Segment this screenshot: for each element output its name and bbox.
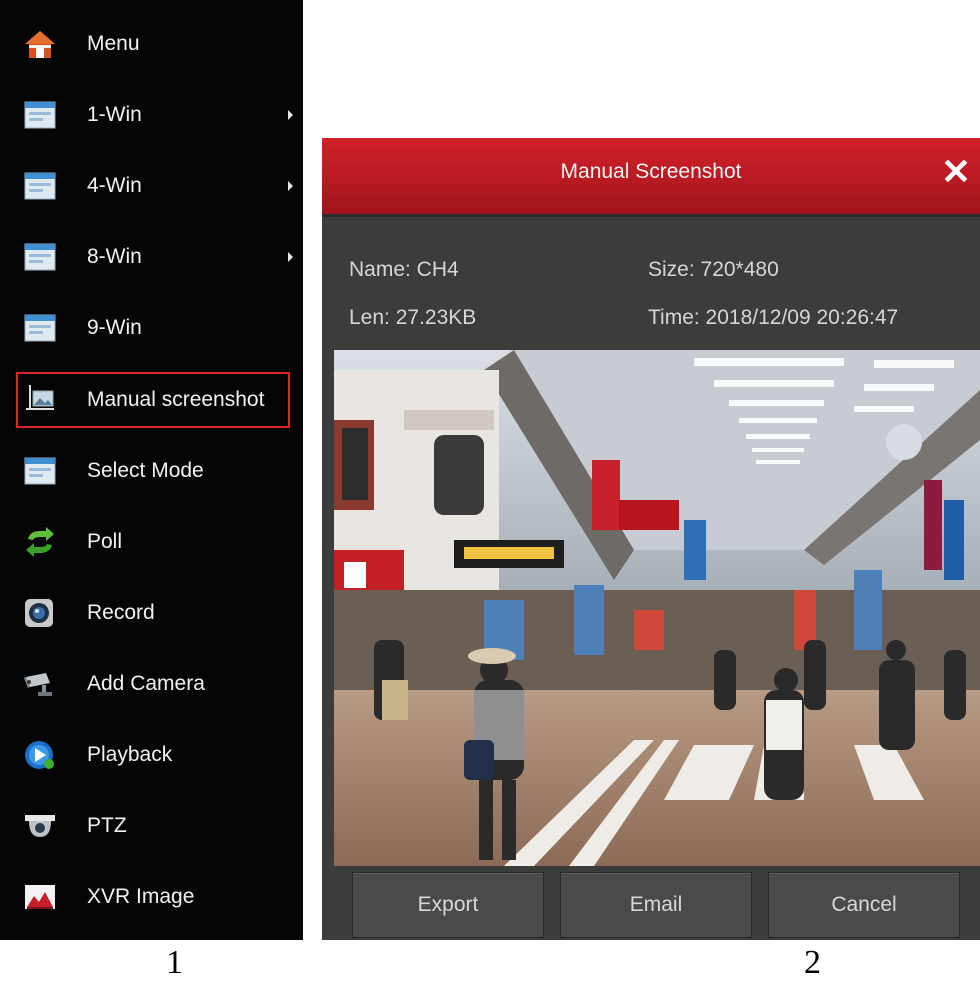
info-time: Time: 2018/12/09 20:26:47 — [648, 306, 899, 329]
screenshot-icon — [24, 385, 56, 415]
menu-item-4-win[interactable]: 4-Win — [0, 158, 303, 214]
menu-item-label: Record — [87, 601, 155, 624]
menu-item-select-mode[interactable]: Select Mode — [0, 443, 303, 499]
submenu-arrow-icon — [288, 181, 293, 191]
menu-item-1-win[interactable]: 1-Win — [0, 87, 303, 143]
manual-screenshot-dialog: Manual Screenshot ✕ Name: CH4 Size: 720*… — [322, 138, 980, 940]
window-icon — [24, 313, 56, 343]
menu-item-label: 4-Win — [87, 174, 142, 197]
close-icon[interactable]: ✕ — [938, 152, 974, 192]
export-button[interactable]: Export — [352, 872, 544, 938]
figure-label-1: 1 — [166, 944, 183, 981]
menu-item-menu[interactable]: Menu — [0, 16, 303, 72]
context-menu: Menu 1-Win 4-Win 8-Win 9-Win Manual scre… — [0, 0, 303, 940]
xvr-image-icon — [24, 882, 56, 912]
menu-item-label: Playback — [87, 743, 173, 766]
menu-item-add-camera[interactable]: Add Camera — [0, 656, 303, 712]
menu-item-label: PTZ — [87, 814, 127, 837]
camera-icon — [24, 669, 56, 699]
menu-item-poll[interactable]: Poll — [0, 514, 303, 570]
menu-item-label: XVR Image — [87, 885, 195, 908]
info-size: Size: 720*480 — [648, 258, 779, 281]
window-icon — [24, 456, 56, 486]
info-len: Len: 27.23KB — [349, 306, 477, 329]
menu-item-label: Poll — [87, 530, 123, 553]
cancel-button[interactable]: Cancel — [768, 872, 960, 938]
screenshot-preview-image — [334, 350, 980, 866]
ptz-dome-icon — [24, 811, 56, 841]
submenu-arrow-icon — [288, 110, 293, 120]
menu-item-label: 8-Win — [87, 245, 142, 268]
figure-label-2: 2 — [804, 944, 821, 981]
menu-item-label: 1-Win — [87, 103, 142, 126]
record-icon — [24, 598, 56, 628]
menu-item-xvr-image[interactable]: XVR Image — [0, 869, 303, 925]
menu-item-8-win[interactable]: 8-Win — [0, 229, 303, 285]
menu-item-label: Select Mode — [87, 459, 204, 482]
poll-arrows-icon — [24, 527, 56, 557]
window-icon — [24, 171, 56, 201]
menu-item-ptz[interactable]: PTZ — [0, 798, 303, 854]
menu-item-9-win[interactable]: 9-Win — [0, 300, 303, 356]
menu-item-label: Add Camera — [87, 672, 205, 695]
menu-item-label: Manual screenshot — [87, 388, 265, 411]
menu-item-label: Menu — [87, 32, 140, 55]
info-name: Name: CH4 — [349, 258, 459, 281]
menu-item-playback[interactable]: Playback — [0, 727, 303, 783]
home-icon — [24, 29, 56, 59]
dialog-header: Manual Screenshot ✕ — [322, 138, 980, 217]
playback-icon — [24, 740, 56, 770]
window-icon — [24, 100, 56, 130]
menu-item-record[interactable]: Record — [0, 585, 303, 641]
submenu-arrow-icon — [288, 252, 293, 262]
menu-item-manual-screenshot[interactable]: Manual screenshot — [16, 372, 290, 428]
email-button[interactable]: Email — [560, 872, 752, 938]
dialog-title: Manual Screenshot — [560, 160, 742, 183]
menu-item-label: 9-Win — [87, 316, 142, 339]
window-icon — [24, 242, 56, 272]
